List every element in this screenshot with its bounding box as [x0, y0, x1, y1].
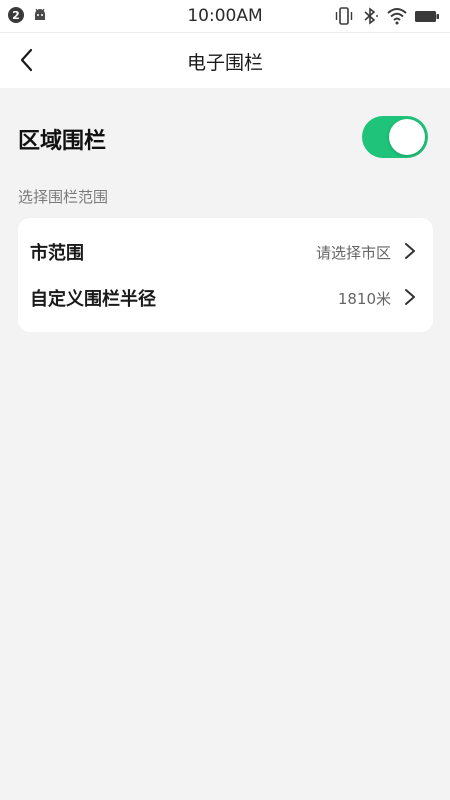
section-label: 选择围栏范围 — [18, 188, 109, 206]
chevron-right-icon — [405, 243, 415, 259]
status-bar: 2 10:00AM — [0, 0, 450, 32]
region-fence-row: 区域围栏 — [18, 112, 428, 164]
page-title: 电子围栏 — [186, 52, 263, 74]
region-fence-toggle[interactable] — [362, 116, 428, 158]
row-label: 自定义围栏半径 — [30, 289, 156, 310]
toggle-knob — [389, 119, 425, 155]
row-label: 市范围 — [30, 243, 84, 264]
list-item-city-range[interactable]: 市范围 请选择市区 — [18, 228, 433, 274]
chevron-right-icon — [405, 289, 415, 305]
wifi-icon — [387, 8, 407, 25]
row-value: 1810米 — [337, 290, 391, 308]
nav-bar: 电子围栏 — [0, 32, 450, 88]
bluetooth-icon — [364, 7, 378, 25]
battery-icon — [415, 11, 439, 22]
row-value: 请选择市区 — [315, 244, 391, 262]
list-item-custom-radius[interactable]: 自定义围栏半径 1810米 — [18, 274, 433, 320]
vibrate-icon — [335, 7, 353, 25]
region-fence-title: 区域围栏 — [18, 129, 107, 154]
fence-range-card: 市范围 请选择市区 自定义围栏半径 1810米 — [18, 218, 433, 332]
status-right — [334, 6, 440, 26]
